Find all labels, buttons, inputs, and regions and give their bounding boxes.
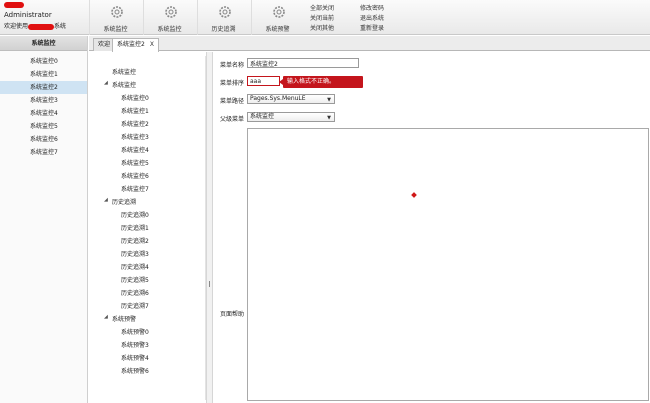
redacted-mark	[4, 2, 24, 8]
tree-item[interactable]: 历史追溯2	[121, 236, 149, 245]
panel-splitter[interactable]	[206, 52, 213, 403]
tab-bar: 欢迎 系统监控2 X	[89, 36, 650, 52]
tree-item[interactable]: 系统监控3	[121, 132, 149, 141]
sidebar-item-monitor-0[interactable]: 系统监控0	[0, 55, 87, 68]
sidebar-item-monitor-6[interactable]: 系统监控6	[0, 133, 87, 146]
nav-button-label: 系统监控	[157, 26, 182, 33]
menu-path-value: Pages.Sys.MenuLE	[250, 95, 306, 102]
menu-order-input[interactable]	[247, 76, 280, 86]
parent-menu-value: 系统监控	[250, 113, 275, 120]
sidebar-item-monitor-4[interactable]: 系统监控4	[0, 107, 87, 120]
gear-icon	[219, 6, 231, 18]
tree-item[interactable]: 系统监控7	[121, 184, 149, 193]
user-info: Administrator 欢迎使用 系统	[0, 0, 88, 35]
tree-item[interactable]: 历史追溯7	[121, 301, 149, 310]
close-tab-icon[interactable]: X	[150, 41, 154, 48]
tree-item[interactable]: 历史追溯6	[121, 288, 149, 297]
tree-item[interactable]: 历史追溯5	[121, 275, 149, 284]
sidebar-item-monitor-3[interactable]: 系统监控3	[0, 94, 87, 107]
close-current-link[interactable]: 关闭当前	[310, 13, 334, 22]
dropdown-caret-icon[interactable]: ▼	[327, 96, 331, 104]
nav-button-label: 系统预警	[265, 26, 290, 33]
nav-button-label: 历史追溯	[211, 26, 236, 33]
tree-item[interactable]: 历史追溯3	[121, 249, 149, 258]
tree-group-monitor[interactable]: 系统监控	[112, 80, 136, 89]
menu-path-select[interactable]: Pages.Sys.MenuLE ▼	[247, 94, 335, 104]
top-toolbar: Administrator 欢迎使用 系统 系统监控 系统监控 历史追溯 系统预警…	[0, 0, 650, 35]
menu-tree: 系统监控 ◢ 系统监控 系统监控0 系统监控1 系统监控2 系统监控3 系统监控…	[96, 56, 206, 400]
relogin-link[interactable]: 重新登录	[360, 23, 384, 32]
expand-toggle-icon[interactable]: ◢	[104, 197, 108, 203]
sidebar-item-monitor-5[interactable]: 系统监控5	[0, 120, 87, 133]
page-help-label: 页面帮助	[219, 311, 244, 318]
tree-item[interactable]: 系统监控5	[121, 158, 149, 167]
sidebar-item-monitor-1[interactable]: 系统监控1	[0, 68, 87, 81]
tree-item[interactable]: 系统监控4	[121, 145, 149, 154]
sidebar-item-monitor-7[interactable]: 系统监控7	[0, 146, 87, 159]
tree-item[interactable]: 历史追溯4	[121, 262, 149, 271]
parent-menu-label: 父级菜单	[219, 116, 244, 123]
parent-menu-select[interactable]: 系统监控 ▼	[247, 112, 335, 122]
tree-item[interactable]: 系统预警4	[121, 353, 149, 362]
menu-path-label: 菜单路径	[219, 98, 244, 105]
sidebar-title[interactable]: 系统监控	[0, 36, 87, 51]
nav-history-button[interactable]: 历史追溯	[197, 0, 249, 35]
tree-group-alert[interactable]: 系统预警	[112, 314, 136, 323]
gear-icon	[165, 6, 177, 18]
tree-item[interactable]: 历史追溯1	[121, 223, 149, 232]
redacted-system-name	[28, 23, 55, 30]
menu-name-input[interactable]	[247, 58, 359, 68]
tree-item[interactable]: 系统监控1	[121, 106, 149, 115]
tree-item[interactable]: 系统监控0	[121, 93, 149, 102]
close-all-link[interactable]: 全部关闭	[310, 3, 334, 12]
tree-item[interactable]: 系统预警3	[121, 340, 149, 349]
tree-item[interactable]: 系统预警6	[121, 366, 149, 375]
gear-icon	[111, 6, 123, 18]
menu-order-label: 菜单排序	[219, 80, 244, 87]
tree-root[interactable]: 系统监控	[112, 67, 136, 76]
tree-item[interactable]: 系统预警0	[121, 327, 149, 336]
validation-error-tooltip: 输入格式不正确。	[279, 76, 363, 88]
splitter-grip[interactable]	[209, 281, 210, 287]
nav-alert-button[interactable]: 系统预警	[251, 0, 303, 35]
tree-group-history[interactable]: 历史追溯	[112, 197, 136, 206]
sidebar-item-monitor-2[interactable]: 系统监控2	[0, 81, 87, 94]
sidebar: 系统监控 系统监控0 系统监控1 系统监控2 系统监控3 系统监控4 系统监控5…	[0, 36, 88, 403]
gear-icon	[273, 6, 285, 18]
welcome-text: 欢迎使用 系统	[4, 23, 67, 30]
close-others-link[interactable]: 关闭其他	[310, 23, 334, 32]
tree-item[interactable]: 历史追溯0	[121, 210, 149, 219]
tree-item[interactable]: 系统监控6	[121, 171, 149, 180]
tab-system-monitor-2[interactable]: 系统监控2 X	[112, 38, 159, 52]
page-help-editor[interactable]	[247, 128, 649, 401]
nav-button-label: 系统监控	[103, 26, 128, 33]
expand-toggle-icon[interactable]: ◢	[104, 80, 108, 86]
nav-system-monitor-button[interactable]: 系统监控	[89, 0, 141, 35]
dropdown-caret-icon[interactable]: ▼	[327, 114, 331, 122]
tree-item[interactable]: 系统监控2	[121, 119, 149, 128]
expand-toggle-icon[interactable]: ◢	[104, 314, 108, 320]
menu-name-label: 菜单名称	[219, 62, 244, 69]
logout-link[interactable]: 退出系统	[360, 13, 384, 22]
change-password-link[interactable]: 修改密码	[360, 3, 384, 12]
nav-system-monitor-2-button[interactable]: 系统监控	[143, 0, 195, 35]
username: Administrator	[4, 11, 52, 19]
